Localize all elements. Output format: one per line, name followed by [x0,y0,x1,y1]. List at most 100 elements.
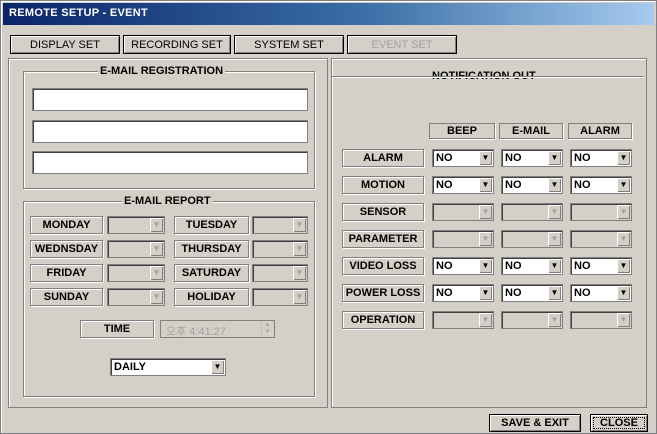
chevron-down-icon: ▼ [548,313,561,327]
chevron-down-icon: ▼ [617,205,630,219]
beep-select-alarm[interactable]: NO ▼ [432,149,494,167]
column-header-email: E-MAIL [499,123,563,139]
beep-select-sensor: ▼ [432,203,494,221]
email-report-title: E-MAIL REPORT [122,195,213,207]
event-label-alarm: ALARM [342,149,424,167]
tab-system-set[interactable]: SYSTEM SET [234,35,344,54]
chevron-down-icon: ▼ [293,218,306,232]
chevron-down-icon: ▼ [293,242,306,256]
email-select-motion[interactable]: NO ▼ [501,176,563,194]
day-label-thursday: THURSDAY [174,240,249,258]
chevron-down-icon: ▼ [548,205,561,219]
day-select-thursday: ▼ [252,240,308,258]
column-header-alarm: ALARM [568,123,632,139]
day-select-holiday: ▼ [252,288,308,306]
chevron-down-icon: ▼ [617,232,630,246]
chevron-down-icon: ▼ [617,286,630,300]
day-select-monday: ▼ [107,216,165,234]
chevron-down-icon: ▼ [293,290,306,304]
time-input: 오후 4:41:27 ▲ ▼ [160,320,275,338]
tab-event-set: EVENT SET [347,35,457,54]
chevron-down-icon: ▼ [548,259,561,273]
alarm-select-power-loss[interactable]: NO ▼ [570,284,632,302]
alarm-select-parameter: ▼ [570,230,632,248]
chevron-down-icon: ▼ [479,205,492,219]
day-label-sunday: SUNDAY [30,288,103,306]
chevron-down-icon: ▼ [150,290,163,304]
chevron-down-icon: ▼ [548,151,561,165]
chevron-down-icon: ▼ [150,266,163,280]
chevron-down-icon: ▼ [548,286,561,300]
time-label: TIME [80,320,154,338]
chevron-down-icon: ▼ [479,151,492,165]
day-select-friday: ▼ [107,264,165,282]
chevron-down-icon: ▼ [479,232,492,246]
close-button[interactable]: CLOSE [590,414,648,432]
column-header-beep: BEEP [429,123,495,139]
chevron-down-icon: ▼ [150,218,163,232]
alarm-select-operation: ▼ [570,311,632,329]
chevron-down-icon: ▼ [479,178,492,192]
day-label-tuesday: TUESDAY [174,216,249,234]
event-label-sensor: SENSOR [342,203,424,221]
alarm-select-motion[interactable]: NO ▼ [570,176,632,194]
chevron-down-icon: ▼ [548,232,561,246]
day-select-tuesday: ▼ [252,216,308,234]
email-select-video-loss[interactable]: NO ▼ [501,257,563,275]
beep-select-operation: ▼ [432,311,494,329]
day-select-sunday: ▼ [107,288,165,306]
event-label-video-loss: VIDEO LOSS [342,257,424,275]
event-label-parameter: PARAMETER [342,230,424,248]
day-select-saturday: ▼ [252,264,308,282]
chevron-down-icon: ▼ [548,178,561,192]
chevron-down-icon: ▼ [293,266,306,280]
event-label-power-loss: POWER LOSS [342,284,424,302]
alarm-select-video-loss[interactable]: NO ▼ [570,257,632,275]
chevron-down-icon: ▼ [479,259,492,273]
day-label-wednesday: WEDNSDAY [30,240,103,258]
email-registration-group: E-MAIL REGISTRATION [23,65,315,189]
chevron-down-icon: ▼ [617,151,630,165]
day-label-friday: FRIDAY [30,264,103,282]
chevron-down-icon: ▼ [617,259,630,273]
chevron-down-icon: ▼ [479,286,492,300]
report-frequency-select[interactable]: DAILY ▼ [110,358,226,376]
email-select-operation: ▼ [501,311,563,329]
chevron-down-icon: ▼ [211,360,224,374]
day-label-monday: MONDAY [30,216,103,234]
chevron-down-icon: ▼ [617,178,630,192]
left-panel: E-MAIL REGISTRATION E-MAIL REPORT MONDAY… [8,58,328,408]
email-select-parameter: ▼ [501,230,563,248]
day-label-holiday: HOLIDAY [174,288,249,306]
event-label-operation: OPERATION [342,311,424,329]
beep-select-motion[interactable]: NO ▼ [432,176,494,194]
email-select-sensor: ▼ [501,203,563,221]
email-select-alarm[interactable]: NO ▼ [501,149,563,167]
tab-display-set[interactable]: DISPLAY SET [10,35,120,54]
right-panel: NOTIFICATION OUT BEEP E-MAIL ALARM ALARM… [331,58,647,408]
spin-arrows-icon: ▲ ▼ [261,322,273,336]
day-select-wednesday: ▼ [107,240,165,258]
time-value: 오후 4:41:27 [166,326,226,338]
alarm-select-alarm[interactable]: NO ▼ [570,149,632,167]
event-label-motion: MOTION [342,176,424,194]
beep-select-parameter: ▼ [432,230,494,248]
alarm-select-sensor: ▼ [570,203,632,221]
title-bar[interactable]: REMOTE SETUP - EVENT [3,3,654,25]
tab-recording-set[interactable]: RECORDING SET [123,35,231,54]
day-label-saturday: SATURDAY [174,264,249,282]
save-exit-button[interactable]: SAVE & EXIT [489,414,581,432]
chevron-down-icon: ▼ [150,242,163,256]
beep-select-power-loss[interactable]: NO ▼ [432,284,494,302]
email-report-group: E-MAIL REPORT MONDAY ▼ TUESDAY ▼ WEDNSDA… [23,195,315,397]
email-field-1[interactable] [32,88,308,111]
chevron-down-icon: ▼ [479,313,492,327]
beep-select-video-loss[interactable]: NO ▼ [432,257,494,275]
email-select-power-loss[interactable]: NO ▼ [501,284,563,302]
email-field-3[interactable] [32,151,308,174]
notification-divider [332,76,644,77]
window-title: REMOTE SETUP - EVENT [9,7,149,19]
chevron-down-icon: ▼ [617,313,630,327]
email-registration-title: E-MAIL REGISTRATION [98,65,226,77]
email-field-2[interactable] [32,120,308,143]
